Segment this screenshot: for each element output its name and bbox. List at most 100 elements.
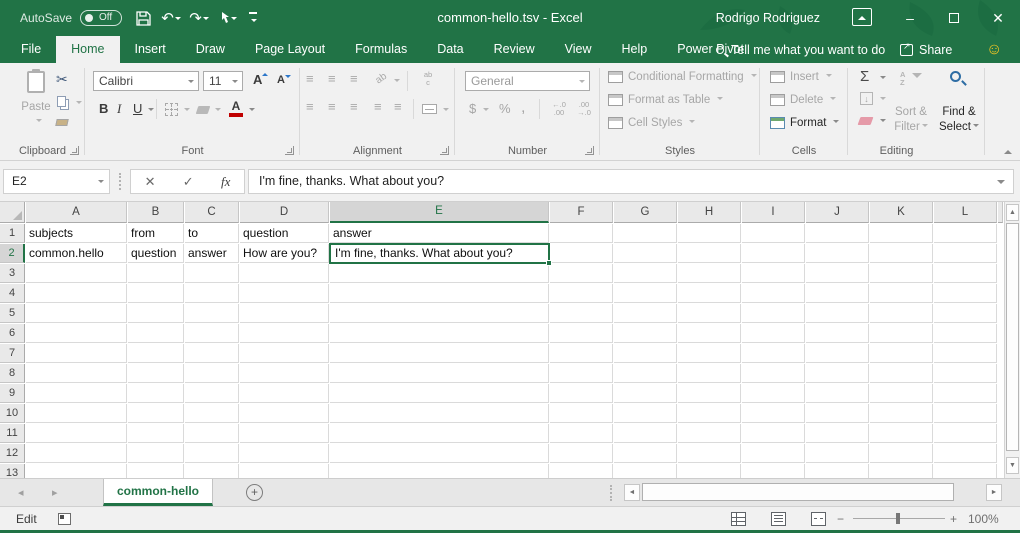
cell-J6[interactable] bbox=[806, 324, 869, 343]
row-header-3[interactable]: 3 bbox=[0, 264, 25, 283]
row-header-1[interactable]: 1 bbox=[0, 224, 25, 243]
decrease-indent-icon[interactable]: ≡ bbox=[374, 101, 382, 113]
row-header-7[interactable]: 7 bbox=[0, 344, 25, 363]
cell-L5[interactable] bbox=[934, 304, 997, 323]
cell-I12[interactable] bbox=[742, 444, 805, 463]
font-name-combo[interactable]: Calibri bbox=[93, 71, 199, 91]
cell-D5[interactable] bbox=[240, 304, 329, 323]
cell-D12[interactable] bbox=[240, 444, 329, 463]
cell-styles-button[interactable]: Cell Styles bbox=[608, 117, 695, 129]
cell-H5[interactable] bbox=[678, 304, 741, 323]
column-header-D[interactable]: D bbox=[240, 202, 329, 223]
cell-L11[interactable] bbox=[934, 424, 997, 443]
cell-B3[interactable] bbox=[128, 264, 184, 283]
cell-B2[interactable]: question bbox=[128, 244, 184, 263]
cell-I2[interactable] bbox=[742, 244, 805, 263]
cell-F4[interactable] bbox=[550, 284, 613, 303]
column-header-K[interactable]: K bbox=[870, 202, 933, 223]
cell-I11[interactable] bbox=[742, 424, 805, 443]
customize-qat-button[interactable] bbox=[244, 7, 262, 29]
cell-K11[interactable] bbox=[870, 424, 933, 443]
cell-H2[interactable] bbox=[678, 244, 741, 263]
cell-C11[interactable] bbox=[185, 424, 239, 443]
cell-I7[interactable] bbox=[742, 344, 805, 363]
cell-I9[interactable] bbox=[742, 384, 805, 403]
row-header-8[interactable]: 8 bbox=[0, 364, 25, 383]
font-dialog-launcher[interactable] bbox=[285, 146, 294, 155]
cell-F8[interactable] bbox=[550, 364, 613, 383]
cell-H6[interactable] bbox=[678, 324, 741, 343]
select-all-corner[interactable] bbox=[0, 202, 25, 223]
borders-dropdown-icon[interactable] bbox=[184, 108, 190, 114]
font-color-button[interactable]: A bbox=[229, 99, 243, 113]
tab-insert[interactable]: Insert bbox=[120, 36, 181, 63]
cell-C2[interactable]: answer bbox=[185, 244, 239, 263]
cell-A6[interactable] bbox=[26, 324, 127, 343]
cell-I3[interactable] bbox=[742, 264, 805, 283]
cell-D6[interactable] bbox=[240, 324, 329, 343]
fill-dropdown-icon[interactable] bbox=[880, 97, 886, 103]
cell-K1[interactable] bbox=[870, 224, 933, 243]
cell-G12[interactable] bbox=[614, 444, 677, 463]
number-format-dropdown-icon[interactable] bbox=[579, 80, 585, 86]
cell-J1[interactable] bbox=[806, 224, 869, 243]
align-middle-icon[interactable]: ≡ bbox=[328, 73, 336, 85]
cell-E3[interactable] bbox=[330, 264, 549, 283]
clipboard-dialog-launcher[interactable] bbox=[70, 146, 79, 155]
cell-E1[interactable]: answer bbox=[330, 224, 549, 243]
format-dropdown-icon[interactable] bbox=[833, 120, 839, 126]
tab-formulas[interactable]: Formulas bbox=[340, 36, 422, 63]
row-header-2[interactable]: 2 bbox=[0, 244, 25, 263]
cell-F3[interactable] bbox=[550, 264, 613, 283]
scroll-down-button[interactable]: ▼ bbox=[1006, 457, 1019, 474]
cell-L2[interactable] bbox=[934, 244, 997, 263]
new-sheet-button[interactable]: + bbox=[246, 484, 263, 501]
decrease-font-button[interactable]: A bbox=[277, 74, 285, 86]
cell-B7[interactable] bbox=[128, 344, 184, 363]
cell-B10[interactable] bbox=[128, 404, 184, 423]
cell-B13[interactable] bbox=[128, 464, 184, 478]
cell-G6[interactable] bbox=[614, 324, 677, 343]
zoom-slider-thumb[interactable] bbox=[896, 513, 900, 524]
cell-F7[interactable] bbox=[550, 344, 613, 363]
cell-H8[interactable] bbox=[678, 364, 741, 383]
cell-A10[interactable] bbox=[26, 404, 127, 423]
zoom-level[interactable]: 100% bbox=[968, 512, 999, 526]
vertical-scrollbar[interactable]: ▲ ▼ bbox=[1004, 202, 1020, 478]
cell-F5[interactable] bbox=[550, 304, 613, 323]
cell-I13[interactable] bbox=[742, 464, 805, 478]
cell-L13[interactable] bbox=[934, 464, 997, 478]
clear-dropdown-icon[interactable] bbox=[880, 119, 886, 125]
cell-H7[interactable] bbox=[678, 344, 741, 363]
orientation-dropdown-icon[interactable] bbox=[394, 79, 400, 85]
insert-function-button[interactable]: fx bbox=[221, 174, 230, 190]
cell-J7[interactable] bbox=[806, 344, 869, 363]
tab-scroll-splitter[interactable] bbox=[610, 485, 612, 501]
enter-button[interactable]: ✓ bbox=[183, 174, 194, 190]
cell-C4[interactable] bbox=[185, 284, 239, 303]
cell-E8[interactable] bbox=[330, 364, 549, 383]
cell-K2[interactable] bbox=[870, 244, 933, 263]
insert-cells-button[interactable]: Insert bbox=[770, 71, 832, 83]
cell-G4[interactable] bbox=[614, 284, 677, 303]
row-header-13[interactable]: 13 bbox=[0, 464, 25, 478]
row-header-11[interactable]: 11 bbox=[0, 424, 25, 443]
align-bottom-icon[interactable]: ≡ bbox=[350, 73, 358, 85]
row-header-4[interactable]: 4 bbox=[0, 284, 25, 303]
cell-K10[interactable] bbox=[870, 404, 933, 423]
tab-review[interactable]: Review bbox=[479, 36, 550, 63]
conditional-formatting-button[interactable]: Conditional Formatting bbox=[608, 71, 757, 83]
horizontal-scroll-thumb[interactable] bbox=[642, 483, 954, 501]
cell-L8[interactable] bbox=[934, 364, 997, 383]
touch-mode-dropdown-icon[interactable] bbox=[231, 17, 237, 23]
zoom-in-button[interactable]: + bbox=[950, 512, 957, 526]
cell-B1[interactable]: from bbox=[128, 224, 184, 243]
name-box[interactable]: E2 bbox=[3, 169, 110, 194]
macro-record-icon[interactable] bbox=[58, 513, 71, 525]
column-header-A[interactable]: A bbox=[26, 202, 127, 223]
cell-K5[interactable] bbox=[870, 304, 933, 323]
paste-button[interactable]: Paste bbox=[14, 69, 58, 131]
scroll-up-button[interactable]: ▲ bbox=[1006, 204, 1019, 221]
cell-L1[interactable] bbox=[934, 224, 997, 243]
cell-C7[interactable] bbox=[185, 344, 239, 363]
